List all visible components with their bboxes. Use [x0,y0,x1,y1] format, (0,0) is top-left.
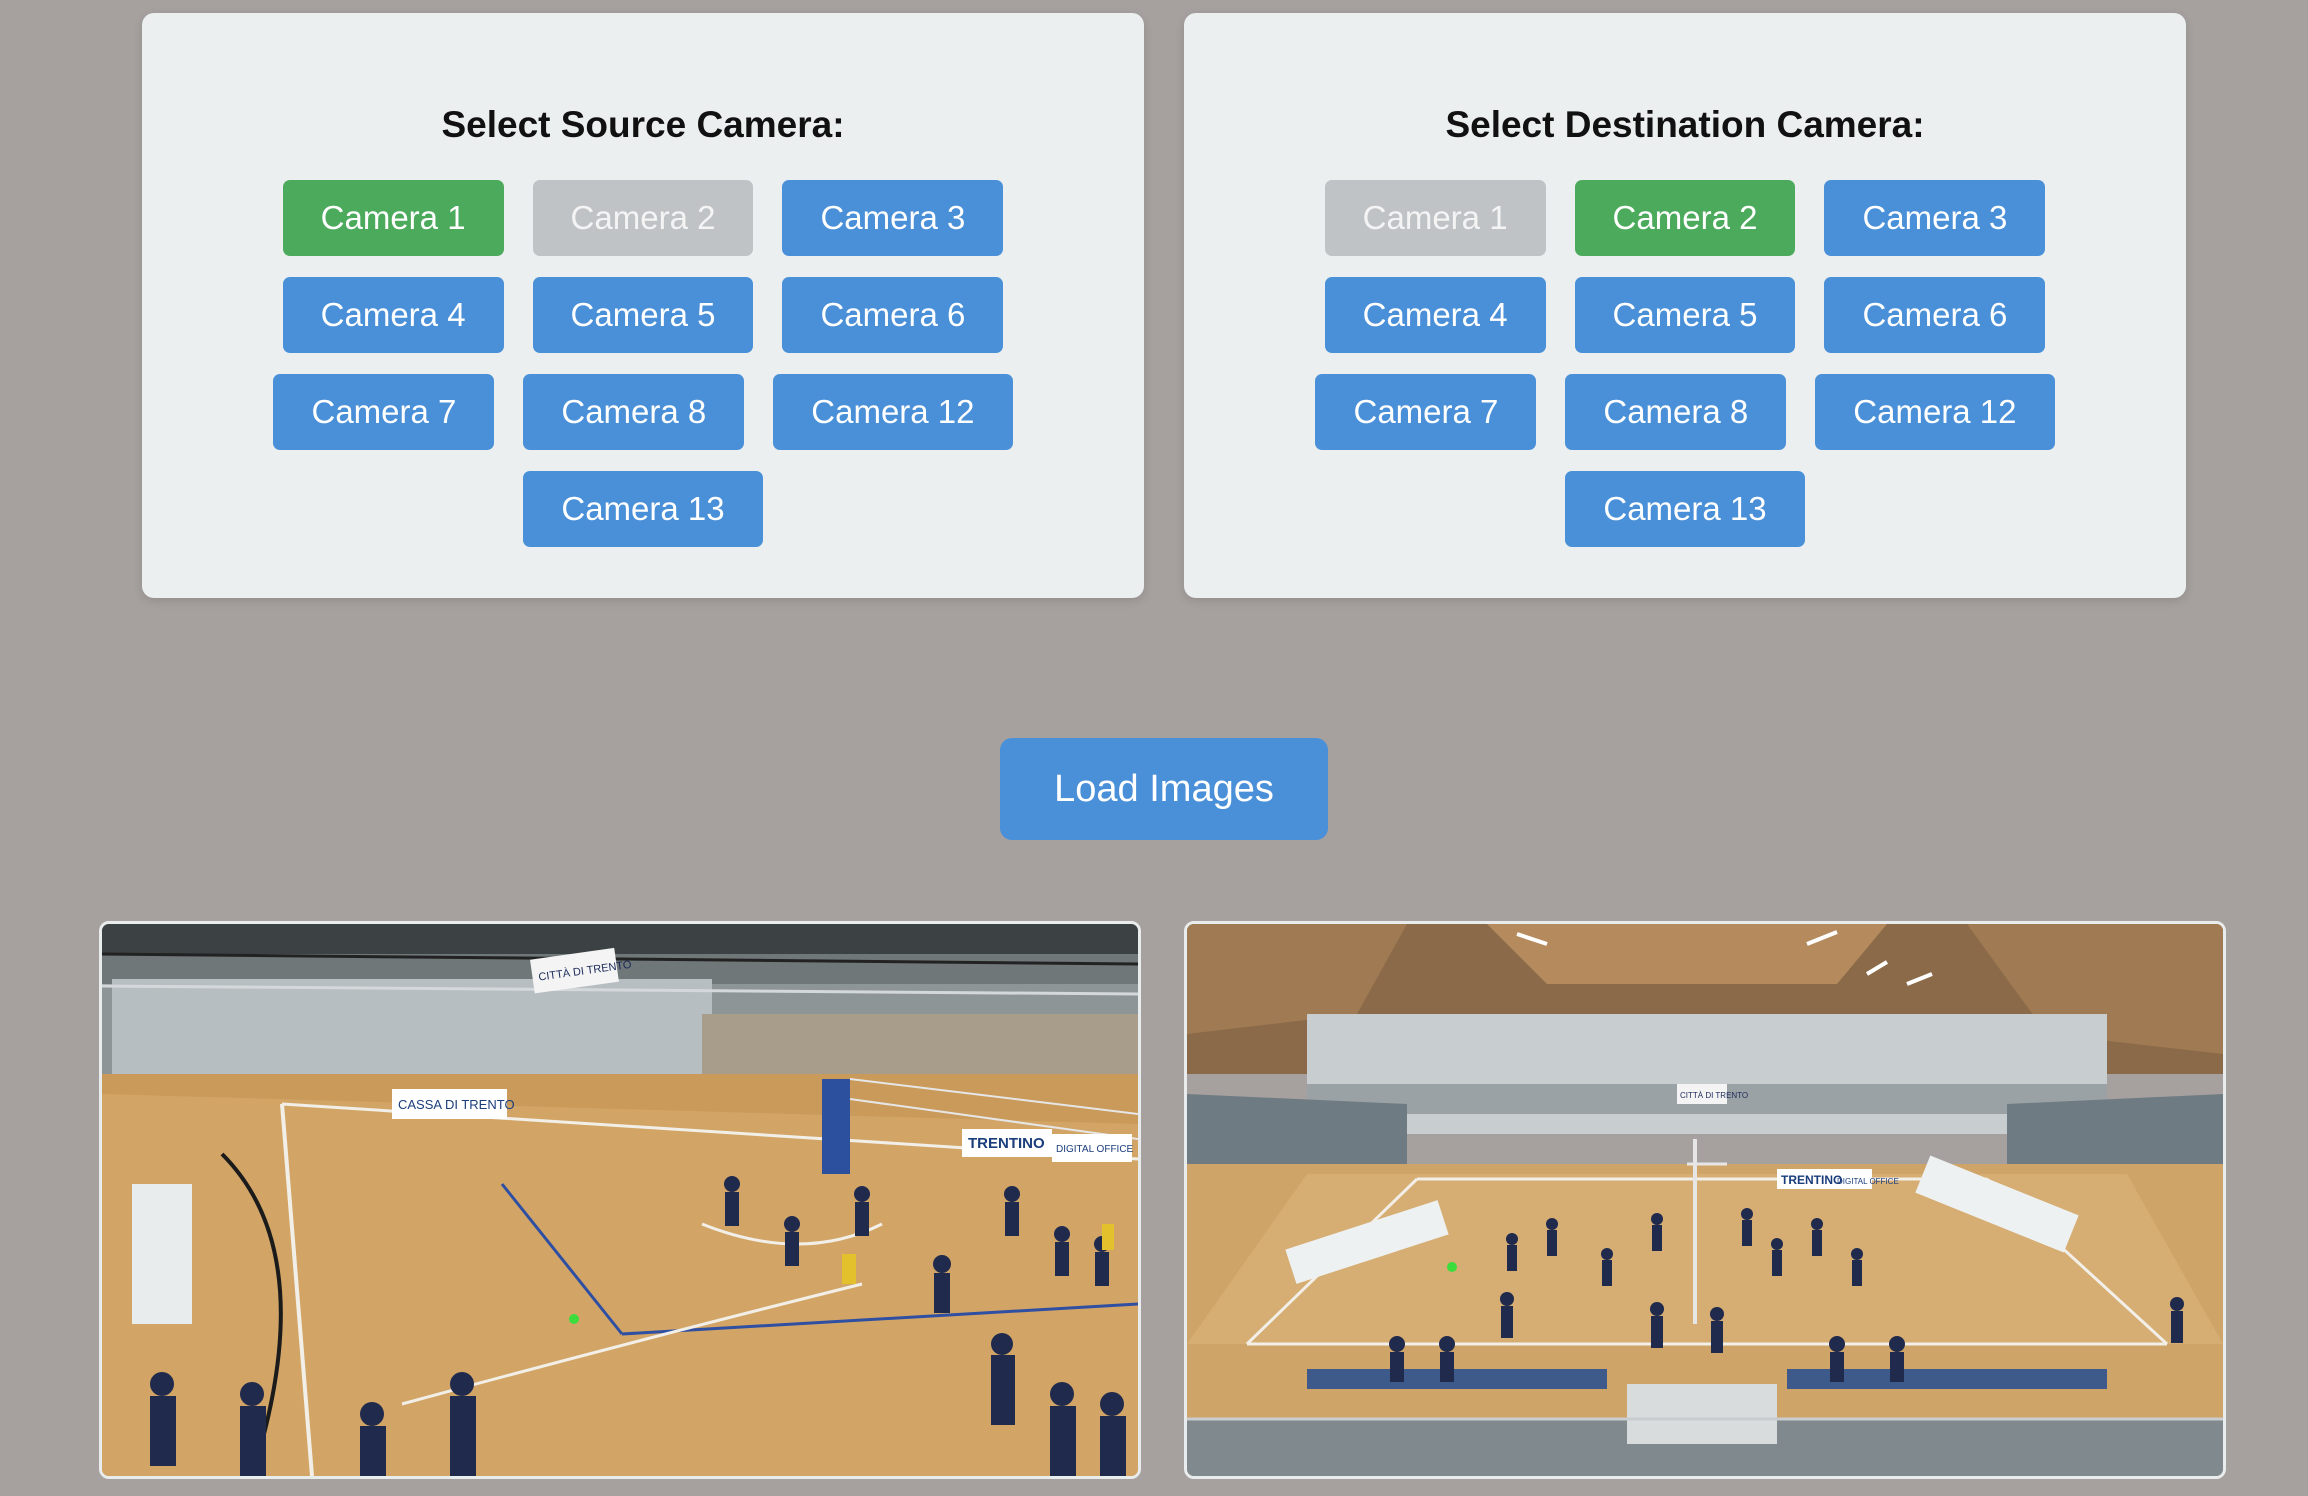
source-camera-1-button[interactable]: Camera 1 [282,180,504,256]
destination-camera-4-button[interactable]: Camera 4 [1324,277,1546,353]
source-camera-13-button[interactable]: Camera 13 [523,471,763,547]
destination-camera-row: Camera 1 Camera 2 Camera 3 [1184,180,2186,256]
source-camera-3-button[interactable]: Camera 3 [782,180,1004,256]
destination-camera-title: Select Destination Camera: [1445,104,1925,145]
destination-camera-3-button[interactable]: Camera 3 [1824,180,2046,256]
banner-text: DIGITAL OFFICE [1056,1144,1134,1155]
destination-camera-panel: Select Destination Camera: Camera 1 Came… [1184,13,2186,598]
destination-camera-row: Camera 7 Camera 8 Camera 12 [1184,374,2186,450]
destination-camera-row: Camera 13 [1184,471,2186,547]
destination-camera-13-button[interactable]: Camera 13 [1565,471,1805,547]
banner-text: CASSA DI TRENTO [398,1097,515,1112]
destination-camera-grid: Camera 1 Camera 2 Camera 3 Camera 4 Came… [1184,180,2186,568]
source-camera-title: Select Source Camera: [441,104,845,145]
destination-camera-8-button[interactable]: Camera 8 [1565,374,1787,450]
banner-text: CITTÀ DI TRENTO [1680,1091,1748,1100]
source-camera-2-button[interactable]: Camera 2 [532,180,754,256]
load-images-button[interactable]: Load Images [1000,738,1328,840]
source-camera-grid: Camera 1 Camera 2 Camera 3 Camera 4 Came… [142,180,1144,568]
source-camera-8-button[interactable]: Camera 8 [523,374,745,450]
destination-camera-5-button[interactable]: Camera 5 [1574,277,1796,353]
source-camera-panel: Select Source Camera: Camera 1 Camera 2 … [142,13,1144,598]
point-marker [1447,1262,1457,1272]
banner-text: TRENTINO [968,1135,1045,1152]
banner-text: DIGITAL OFFICE [1837,1177,1899,1186]
source-court-illustration: CASSA DI TRENTO CITTÀ DI TRENTO TRENTINO… [102,924,1138,1476]
source-camera-5-button[interactable]: Camera 5 [532,277,754,353]
destination-camera-12-button[interactable]: Camera 12 [1815,374,2055,450]
source-camera-row: Camera 1 Camera 2 Camera 3 [142,180,1144,256]
destination-court-illustration: CITTÀ DI TRENTO TRENTINO DIGITAL OFFICE [1187,924,2223,1476]
banner-text: TRENTINO [1781,1173,1842,1187]
source-camera-row: Camera 13 [142,471,1144,547]
source-camera-row: Camera 4 Camera 5 Camera 6 [142,277,1144,353]
destination-camera-image[interactable]: CITTÀ DI TRENTO TRENTINO DIGITAL OFFICE [1184,921,2226,1479]
destination-camera-6-button[interactable]: Camera 6 [1824,277,2046,353]
source-camera-row: Camera 7 Camera 8 Camera 12 [142,374,1144,450]
source-camera-7-button[interactable]: Camera 7 [273,374,495,450]
point-marker [569,1314,579,1324]
destination-camera-1-button[interactable]: Camera 1 [1324,180,1546,256]
destination-camera-2-button[interactable]: Camera 2 [1574,180,1796,256]
source-camera-12-button[interactable]: Camera 12 [773,374,1013,450]
source-camera-4-button[interactable]: Camera 4 [282,277,504,353]
destination-camera-7-button[interactable]: Camera 7 [1315,374,1537,450]
source-camera-image[interactable]: CASSA DI TRENTO CITTÀ DI TRENTO TRENTINO… [99,921,1141,1479]
source-camera-6-button[interactable]: Camera 6 [782,277,1004,353]
destination-camera-row: Camera 4 Camera 5 Camera 6 [1184,277,2186,353]
